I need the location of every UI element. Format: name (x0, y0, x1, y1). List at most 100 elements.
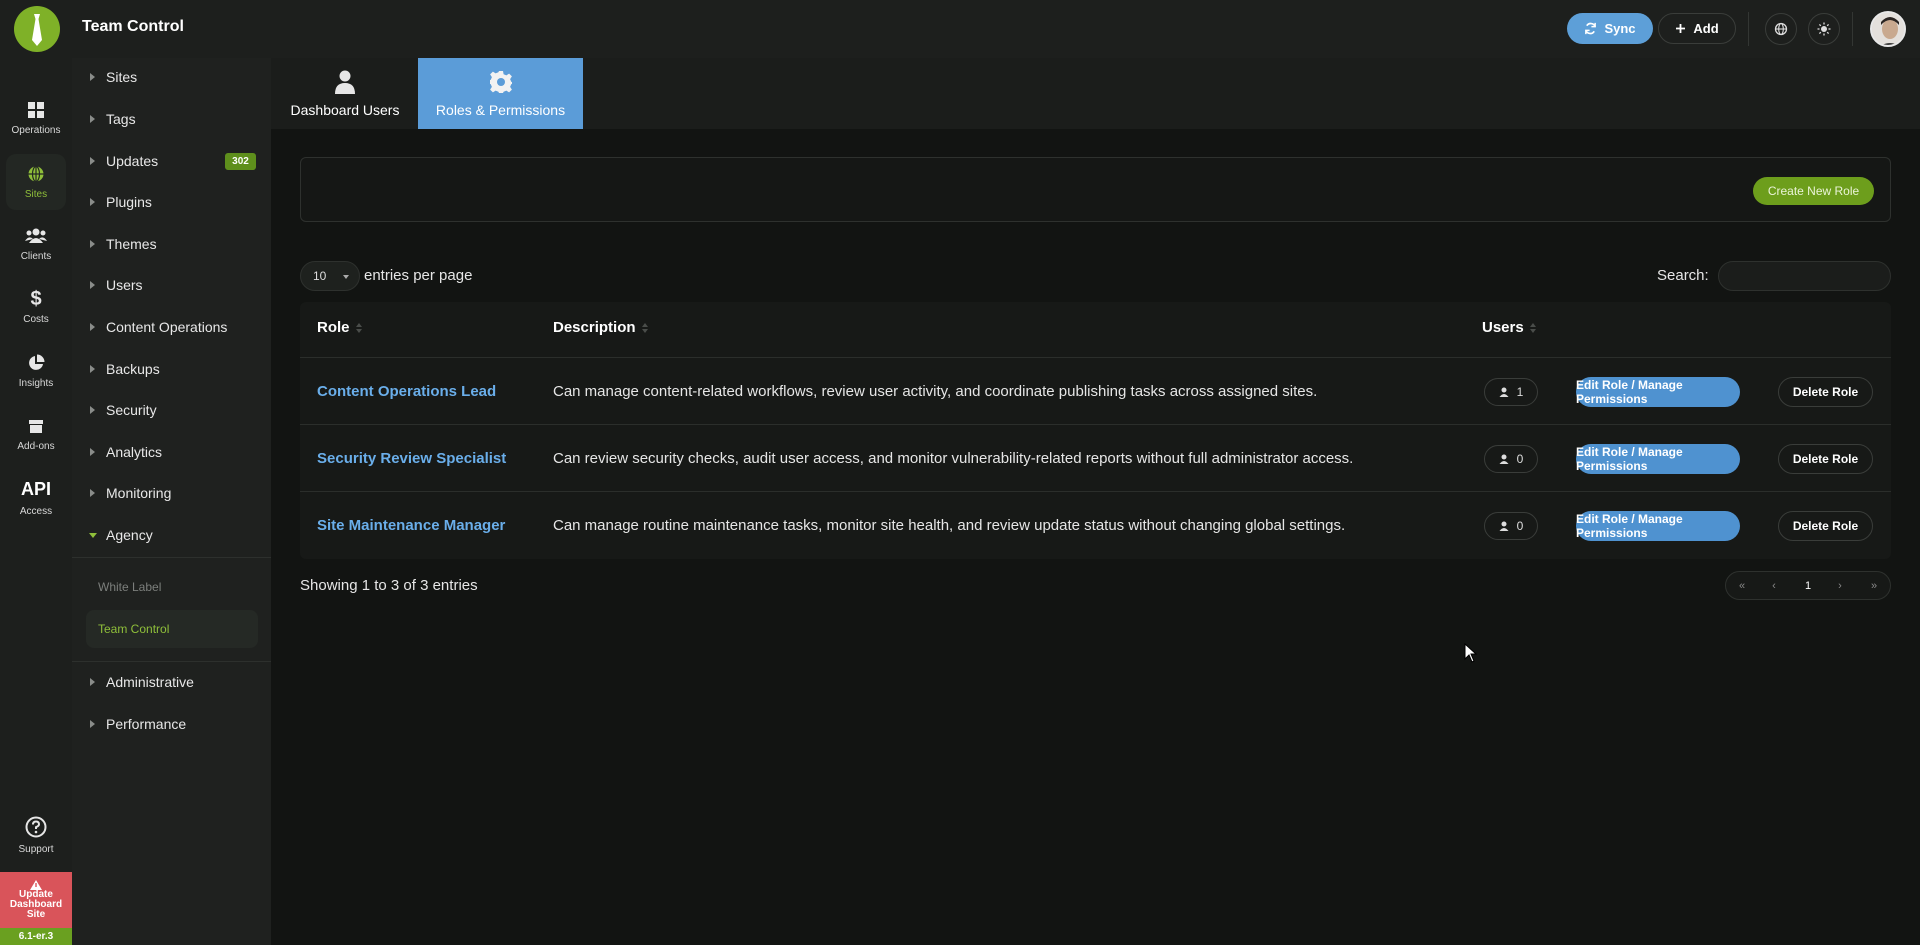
role-description: Can review security checks, audit user a… (553, 450, 1354, 467)
subnav-item-white-label[interactable]: White Label (86, 568, 258, 606)
pie-chart-icon (29, 354, 45, 370)
entries-per-page-select[interactable]: 10 (300, 261, 360, 291)
caret-right-icon (90, 198, 95, 206)
add-button[interactable]: Add (1658, 13, 1736, 44)
edit-role-button[interactable]: Edit Role / Manage Permissions (1576, 377, 1740, 407)
gear-icon (489, 70, 512, 93)
box-icon (29, 419, 43, 433)
pager-previous[interactable]: ‹ (1760, 572, 1788, 599)
pager-first[interactable]: « (1728, 572, 1756, 599)
delete-role-button[interactable]: Delete Role (1778, 511, 1873, 541)
delete-role-button[interactable]: Delete Role (1778, 444, 1873, 474)
rail-label: Support (18, 843, 54, 855)
nav-sidebar: Sites Tags Updates 302 Plugins Themes Use… (72, 58, 271, 945)
rail-item-clients[interactable]: Clients (6, 216, 66, 272)
nav-label: Updates (106, 153, 159, 169)
rail-item-operations[interactable]: Operations (6, 90, 66, 146)
tab-roles-permissions[interactable]: Roles & Permissions (418, 58, 583, 129)
tab-label: Dashboard Users (290, 101, 400, 118)
rail-item-costs[interactable]: $ Costs (6, 279, 66, 335)
nav-label: Backups (106, 361, 160, 377)
edit-role-button[interactable]: Edit Role / Manage Permissions (1576, 444, 1740, 474)
nav-item-tags[interactable]: Tags (72, 104, 271, 134)
pager-next[interactable]: › (1826, 572, 1854, 599)
edit-role-button[interactable]: Edit Role / Manage Permissions (1576, 511, 1740, 541)
users-count: 0 (1516, 519, 1524, 533)
nav-label: Tags (106, 111, 136, 127)
role-link[interactable]: Site Maintenance Manager (317, 517, 505, 534)
sun-icon (1817, 22, 1831, 36)
mouse-cursor-icon (1464, 643, 1478, 663)
caret-right-icon (90, 240, 95, 248)
sort-icon (355, 322, 362, 333)
caret-right-icon (90, 448, 95, 456)
nav-label: Administrative (106, 674, 194, 690)
delete-role-button[interactable]: Delete Role (1778, 377, 1873, 407)
caret-right-icon (90, 73, 95, 81)
tab-dashboard-users[interactable]: Dashboard Users (281, 58, 409, 129)
nav-item-themes[interactable]: Themes (72, 229, 271, 259)
caret-right-icon (90, 489, 95, 497)
nav-item-performance[interactable]: Performance (72, 709, 271, 739)
nav-item-content-operations[interactable]: Content Operations (72, 312, 271, 342)
add-label: Add (1693, 21, 1719, 36)
app-logo[interactable] (14, 6, 60, 52)
tie-icon (32, 14, 42, 46)
users-count-badge[interactable]: 0 (1484, 445, 1538, 473)
user-icon (335, 70, 355, 94)
nav-item-monitoring[interactable]: Monitoring (72, 478, 271, 508)
column-header-description[interactable]: Description (553, 319, 648, 336)
update-dashboard-button[interactable]: Update Dashboard Site (0, 872, 72, 928)
sync-button[interactable]: Sync (1567, 13, 1653, 44)
row-divider (300, 491, 1891, 492)
nav-label: Security (106, 402, 157, 418)
role-link[interactable]: Security Review Specialist (317, 450, 506, 467)
rail-label: Insights (18, 377, 54, 389)
column-header-label: Description (553, 319, 636, 336)
caret-right-icon (90, 365, 95, 373)
nav-item-plugins[interactable]: Plugins (72, 187, 271, 217)
user-avatar[interactable] (1870, 11, 1906, 47)
rail-item-access[interactable]: API Access (6, 470, 66, 526)
users-count-badge[interactable]: 0 (1484, 512, 1538, 540)
subnav-item-team-control[interactable]: Team Control (86, 610, 258, 648)
language-button[interactable] (1765, 13, 1797, 45)
toolbar-divider (1748, 12, 1749, 46)
users-count: 0 (1516, 452, 1524, 466)
rail-item-support[interactable]: Support (6, 807, 66, 863)
caret-right-icon (90, 720, 95, 728)
pager-last[interactable]: » (1860, 572, 1888, 599)
nav-label: Analytics (106, 444, 163, 460)
role-description: Can manage content-related workflows, re… (553, 383, 1318, 400)
column-header-users[interactable]: Users (1482, 319, 1536, 336)
caret-right-icon (90, 323, 95, 331)
nav-item-agency[interactable]: Agency (72, 520, 271, 550)
help-icon (25, 816, 47, 837)
nav-item-sites[interactable]: Sites (72, 62, 271, 92)
page-title: Team Control (82, 18, 184, 35)
toolbar-divider (1852, 12, 1853, 46)
rail-item-insights[interactable]: Insights (6, 343, 66, 399)
rail-item-sites[interactable]: Sites (6, 154, 66, 210)
nav-item-analytics[interactable]: Analytics (72, 437, 271, 467)
users-count-badge[interactable]: 1 (1484, 378, 1538, 406)
nav-item-backups[interactable]: Backups (72, 354, 271, 384)
nav-item-security[interactable]: Security (72, 395, 271, 425)
rail-item-add-ons[interactable]: Add-ons (6, 406, 66, 462)
entries-value: 10 (313, 269, 327, 283)
pagination: « ‹ 1 › » (1725, 571, 1891, 600)
search-input[interactable] (1718, 261, 1891, 291)
nav-label: Sites (106, 69, 138, 85)
globe-icon (28, 165, 44, 182)
nav-item-users[interactable]: Users (72, 270, 271, 300)
nav-item-updates[interactable]: Updates 302 (72, 146, 271, 176)
pager-page-1[interactable]: 1 (1794, 572, 1822, 599)
caret-right-icon (90, 678, 95, 686)
nav-label: Content Operations (106, 319, 228, 335)
create-new-role-button[interactable]: Create New Role (1753, 177, 1874, 205)
theme-toggle-button[interactable] (1808, 13, 1840, 45)
nav-item-administrative[interactable]: Administrative (72, 667, 271, 697)
column-header-role[interactable]: Role (317, 319, 362, 336)
grid-icon (28, 101, 44, 118)
role-link[interactable]: Content Operations Lead (317, 383, 496, 400)
